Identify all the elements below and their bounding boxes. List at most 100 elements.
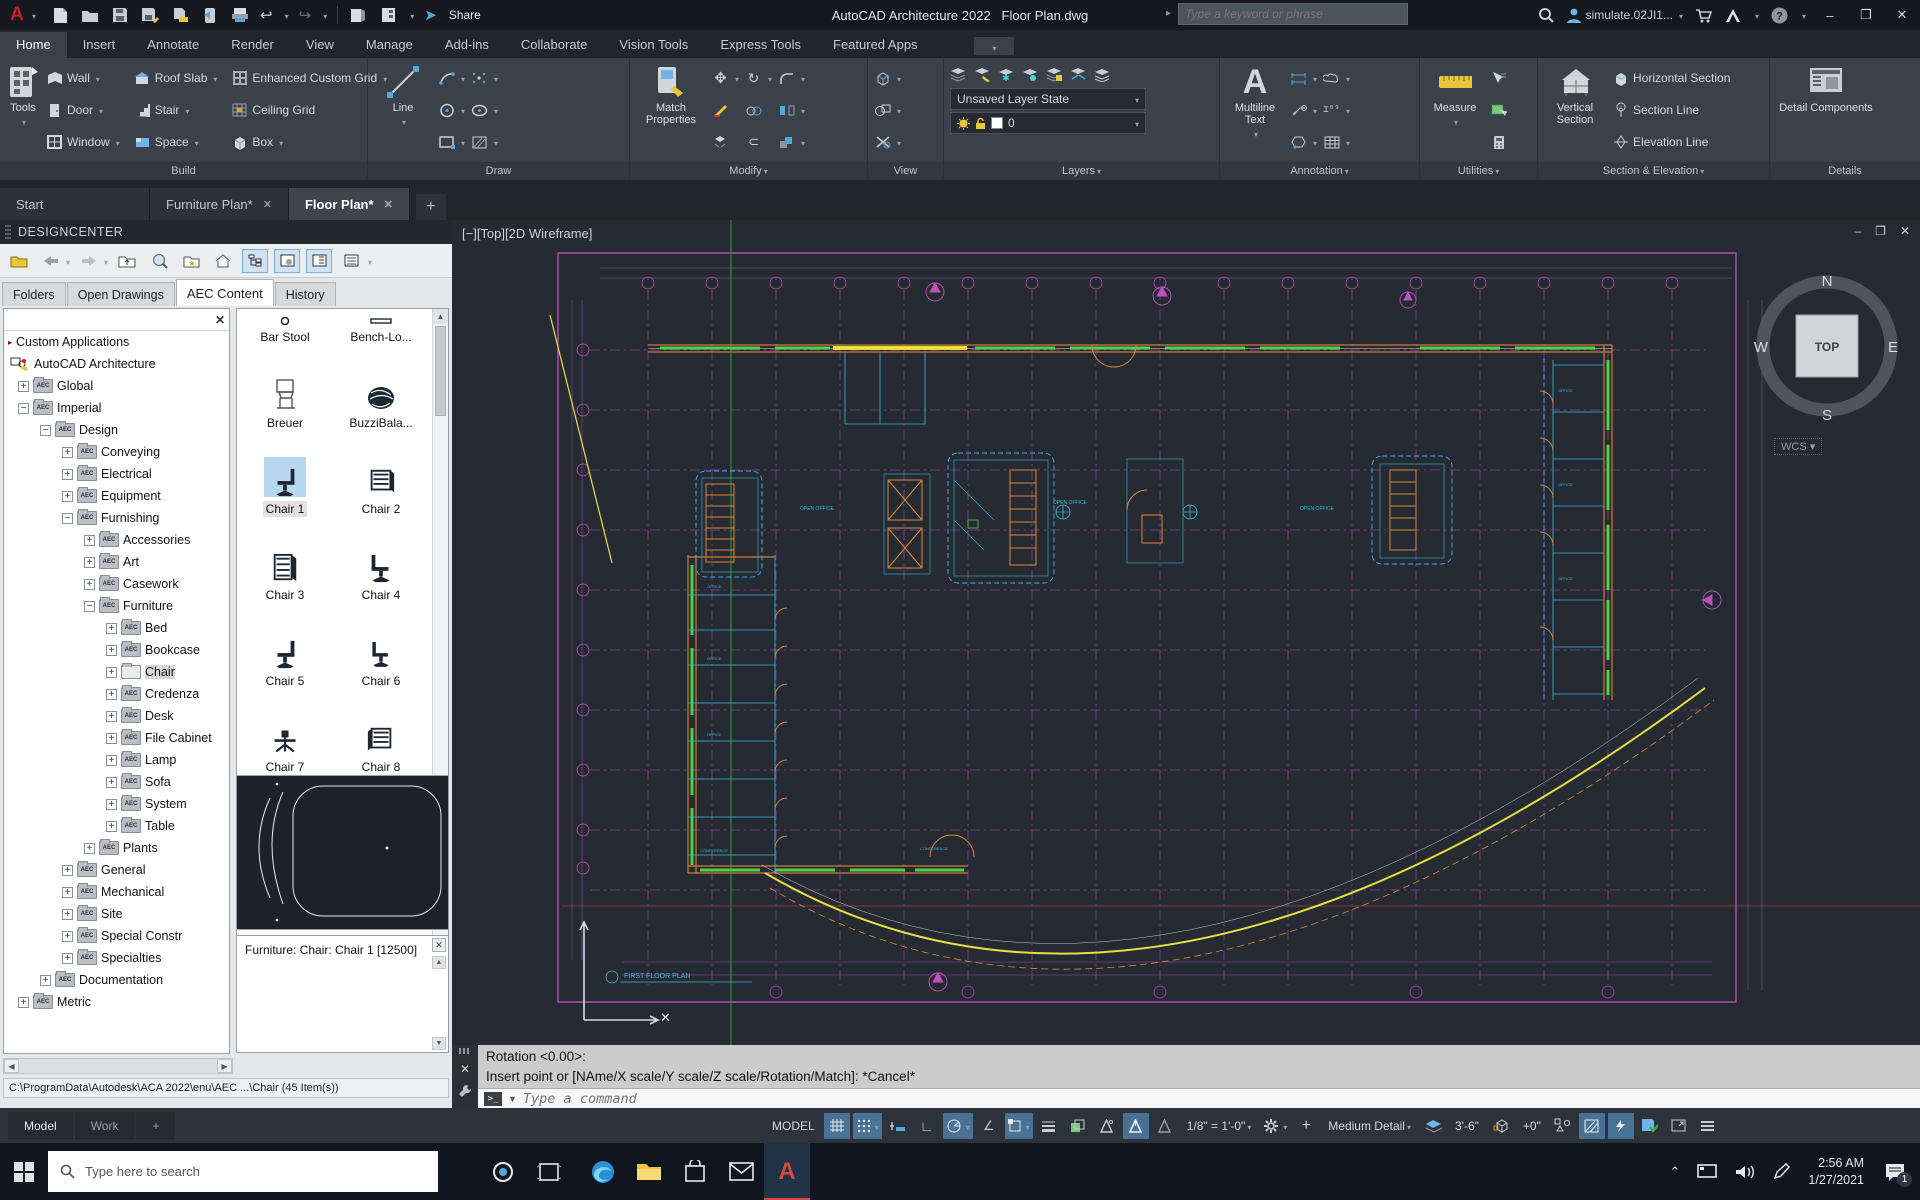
forward-icon[interactable] xyxy=(76,249,102,273)
select-similar-button[interactable] xyxy=(1490,98,1507,122)
label-utilities[interactable]: Utilities xyxy=(1420,162,1538,180)
revision-cloud-button[interactable] xyxy=(1323,66,1350,90)
layer-state-dropdown[interactable]: Unsaved Layer State xyxy=(950,88,1146,110)
rotation-value[interactable]: +0" xyxy=(1517,1119,1547,1133)
dc-tab-aec-content[interactable]: AEC Content xyxy=(176,279,274,306)
measure-button[interactable]: Measure xyxy=(1426,62,1484,158)
expand-icon[interactable]: + xyxy=(106,645,117,656)
close-description-icon[interactable]: ✕ xyxy=(432,938,446,952)
open-from-web-mobile-icon[interactable] xyxy=(200,6,220,24)
layer-key-overrides-icon[interactable] xyxy=(1420,1113,1446,1139)
tree-item-specialties[interactable]: +AECSpecialties xyxy=(4,947,229,969)
expand-icon[interactable]: + xyxy=(84,579,95,590)
tab-insert[interactable]: Insert xyxy=(67,32,132,58)
file-explorer-icon[interactable] xyxy=(626,1143,672,1200)
microsoft-store-icon[interactable] xyxy=(672,1143,718,1200)
file-tab-floor-plan[interactable]: Floor Plan*✕ xyxy=(289,188,410,220)
isodraft-toggle[interactable]: ∠ xyxy=(976,1113,1002,1139)
leader-button[interactable] xyxy=(1290,98,1317,122)
autodesk-logo-icon[interactable] xyxy=(1724,8,1741,23)
window-button[interactable]: Window xyxy=(46,130,120,154)
dc-tab-open-drawings[interactable]: Open Drawings xyxy=(67,282,175,306)
customize-wrench-icon[interactable] xyxy=(458,1084,472,1098)
tab-featured-apps[interactable]: Featured Apps xyxy=(817,32,934,58)
back-icon[interactable] xyxy=(38,249,64,273)
undo-button[interactable]: ↩ xyxy=(260,6,273,24)
file-tab-furniture-plan[interactable]: Furniture Plan*✕ xyxy=(150,188,289,220)
collapse-icon[interactable]: − xyxy=(40,425,51,436)
current-layer-dropdown[interactable]: 0 xyxy=(950,112,1146,134)
ortho-mode-toggle[interactable]: ∟ xyxy=(914,1113,940,1139)
expand-icon[interactable]: + xyxy=(106,799,117,810)
tab-render[interactable]: Render xyxy=(215,32,290,58)
tree-item-global[interactable]: +AECGlobal xyxy=(4,375,229,397)
autosnap-marker-toggle[interactable] xyxy=(1094,1113,1120,1139)
array-button[interactable] xyxy=(778,130,805,154)
door-button[interactable]: Door xyxy=(46,98,120,122)
content-item-bench[interactable]: Bench-Lo... xyxy=(333,308,429,349)
tree-item-sofa[interactable]: +AECSofa xyxy=(4,771,229,793)
home-icon[interactable] xyxy=(210,249,236,273)
annotation-settings-gear-icon[interactable] xyxy=(1260,1113,1290,1139)
autodesk-caret-icon[interactable] xyxy=(1753,8,1759,22)
tab-express-tools[interactable]: Express Tools xyxy=(704,32,817,58)
expand-icon[interactable]: + xyxy=(18,997,29,1008)
explode-button[interactable] xyxy=(712,130,739,154)
tree-item-special-constr[interactable]: +AECSpecial Constr xyxy=(4,925,229,947)
elevation-value[interactable]: 3'-6" xyxy=(1449,1119,1485,1133)
label-details[interactable]: Details xyxy=(1770,162,1920,180)
horizontal-section-button[interactable]: Horizontal Section xyxy=(1612,66,1730,90)
label-draw[interactable]: Draw xyxy=(368,162,630,180)
save-as-icon[interactable] xyxy=(140,6,160,24)
tree-item-metric[interactable]: +AECMetric xyxy=(4,991,229,1013)
drawing-area[interactable]: [−][Top][2D Wireframe] –❐✕ xyxy=(452,220,1920,1045)
view-styles-button[interactable] xyxy=(874,98,901,122)
command-input[interactable] xyxy=(523,1091,1914,1107)
tree-item-site[interactable]: +AECSite xyxy=(4,903,229,925)
layer-properties-icon[interactable] xyxy=(950,66,967,82)
designcenter-title[interactable]: DESIGNCENTER xyxy=(0,220,452,244)
search-expand-icon[interactable]: ▸ xyxy=(1166,8,1171,19)
help-search-input[interactable] xyxy=(1179,7,1407,21)
mirror-button[interactable] xyxy=(778,98,805,122)
content-item-chair-8[interactable]: Chair 8 xyxy=(333,693,429,779)
expand-icon[interactable]: + xyxy=(62,909,73,920)
tree-item-furnishing[interactable]: −AECFurnishing xyxy=(4,507,229,529)
tray-clock[interactable]: 2:56 AM 1/27/2021 xyxy=(1808,1155,1864,1188)
tree-item-lamp[interactable]: +AECLamp xyxy=(4,749,229,771)
drag-grip-icon[interactable] xyxy=(459,1048,471,1054)
expand-icon[interactable]: + xyxy=(18,381,29,392)
redo-caret-icon[interactable] xyxy=(321,8,327,22)
tree-item-file-cabinet[interactable]: +AECFile Cabinet xyxy=(4,727,229,749)
share-icon[interactable]: ➤ xyxy=(424,6,437,24)
graphics-performance-toggle[interactable] xyxy=(1608,1113,1634,1139)
customization-menu-icon[interactable] xyxy=(1695,1113,1721,1139)
recent-commands-caret-icon[interactable]: ▼ xyxy=(508,1094,517,1104)
tray-volume-icon[interactable] xyxy=(1734,1163,1756,1181)
move-button[interactable]: ✥ xyxy=(712,66,739,90)
hatch-background-toggle[interactable] xyxy=(1579,1113,1605,1139)
stair-button[interactable]: Stair xyxy=(134,98,218,122)
tree-item-electrical[interactable]: +AECElectrical xyxy=(4,463,229,485)
ellipse-button[interactable] xyxy=(471,98,498,122)
tab-view[interactable]: View xyxy=(290,32,350,58)
annotation-scale-dropdown[interactable]: 1/8" = 1'-0" xyxy=(1181,1119,1258,1133)
content-item-buzzibala[interactable]: BuzziBala... xyxy=(333,349,429,435)
section-line-button[interactable]: ASection Line xyxy=(1612,98,1730,122)
layer-freeze-icon[interactable]: ✱ xyxy=(998,66,1015,82)
content-item-bar-stool[interactable]: Bar Stool xyxy=(237,308,333,349)
search-icon[interactable] xyxy=(1538,7,1554,23)
zoom-extents-button[interactable] xyxy=(874,130,901,154)
layer-states-icon[interactable] xyxy=(1094,66,1111,82)
tree-item-general[interactable]: +AECGeneral xyxy=(4,859,229,881)
transparency-toggle[interactable] xyxy=(1065,1113,1091,1139)
content-item-chair-5[interactable]: Chair 5 xyxy=(237,607,333,693)
content-item-chair-3[interactable]: Chair 3 xyxy=(237,521,333,607)
layer-isolate-icon[interactable] xyxy=(1046,66,1063,82)
tree-item-desk[interactable]: +AECDesk xyxy=(4,705,229,727)
minimize-button[interactable]: – xyxy=(1818,8,1842,23)
label-annotation[interactable]: Annotation xyxy=(1220,162,1420,180)
expand-icon[interactable]: + xyxy=(106,623,117,634)
collapse-icon[interactable]: − xyxy=(18,403,29,414)
text-style-button[interactable]: ⌶⁰⁹ xyxy=(1323,98,1350,122)
